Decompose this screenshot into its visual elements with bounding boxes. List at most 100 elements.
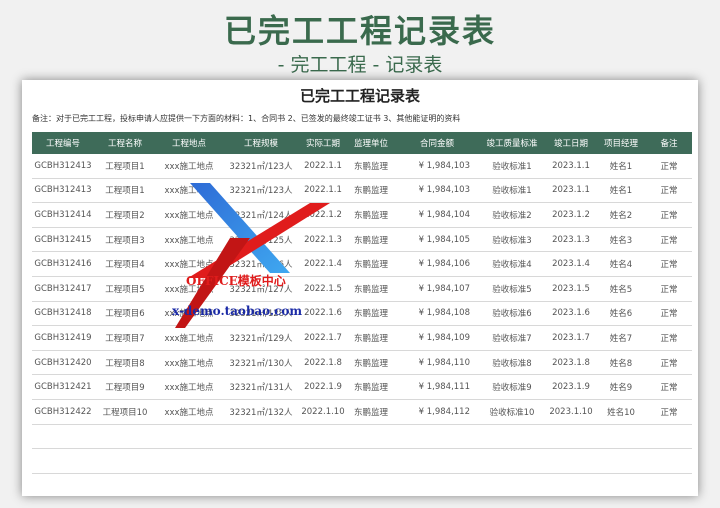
- sheet-note: 备注：对于已完工工程，投标申请人应提供一下方面的材料：1、合同书 2、已签发的最…: [32, 114, 461, 123]
- table-cell: [94, 424, 156, 450]
- table-cell: ¥ 1,984,110: [396, 350, 478, 376]
- table-cell: 2022.1.9: [300, 374, 346, 400]
- table-cell: xxx施工地点: [156, 350, 222, 376]
- sheet-title: 已完工工程记录表: [299, 87, 420, 105]
- column-header: 竣工日期: [546, 132, 596, 154]
- table-cell: 32321㎡/132人: [222, 399, 300, 425]
- table-row: GCBH312419 工程项目7 xxx施工地点 32321㎡/129人 2022.1.…: [32, 325, 692, 351]
- table-cell: 姓名8: [596, 350, 646, 376]
- table-cell: 正常: [646, 202, 692, 228]
- table-cell: 正常: [646, 227, 692, 253]
- table-cell: 姓名1: [596, 178, 646, 204]
- table-cell: [396, 424, 478, 450]
- table-cell: 正常: [646, 154, 692, 179]
- table-cell: 正常: [646, 350, 692, 376]
- column-header: 工程规模: [222, 132, 300, 154]
- table-row: GCBH312421 工程项目9 xxx施工地点 32321㎡/131人 2022.1.…: [32, 374, 692, 400]
- table-cell: 2023.1.4: [546, 251, 596, 277]
- column-header: 工程地点: [156, 132, 222, 154]
- column-header: 合同金额: [396, 132, 478, 154]
- table-cell: 2023.1.7: [546, 325, 596, 351]
- table-cell: ¥ 1,984,107: [396, 276, 478, 302]
- column-header: 竣工质量标准: [478, 132, 546, 154]
- table-cell: 工程项目5: [94, 276, 156, 302]
- table-cell: 2023.1.10: [546, 399, 596, 425]
- table-cell: 东鹏监理: [346, 154, 396, 179]
- table-cell: 东鹏监理: [346, 301, 396, 327]
- table-cell: 姓名4: [596, 251, 646, 277]
- table-cell: 姓名3: [596, 227, 646, 253]
- table-cell: 姓名9: [596, 374, 646, 400]
- table-cell: ¥ 1,984,108: [396, 301, 478, 327]
- table-cell: 2023.1.8: [546, 350, 596, 376]
- table-cell: [478, 448, 546, 474]
- table-cell: [346, 448, 396, 474]
- table-cell: [94, 448, 156, 474]
- table-cell: 姓名7: [596, 325, 646, 351]
- hero-title: 已完工工程记录表: [223, 12, 496, 50]
- table-cell: [32, 424, 94, 450]
- table-cell: 工程项目9: [94, 374, 156, 400]
- table-cell: [300, 448, 346, 474]
- table-cell: xxx施工地点: [156, 154, 222, 179]
- table-cell: [596, 448, 646, 474]
- table-cell: 工程项目4: [94, 251, 156, 277]
- hero-subtitle: - 完工工程 - 记录表: [277, 54, 443, 76]
- record-table: 工程编号 工程名称 工程地点 工程规模 实际工期 监理单位 合同金额 竣工质量标准 竣工日期 项目…: [32, 132, 692, 474]
- table-cell: 东鹏监理: [346, 399, 396, 425]
- table-cell: ¥ 1,984,106: [396, 251, 478, 277]
- table-cell: 工程项目1: [94, 178, 156, 204]
- column-header: 工程编号: [32, 132, 94, 154]
- table-cell: 验收标准7: [478, 325, 546, 351]
- column-header: 项目经理: [596, 132, 646, 154]
- table-cell: ¥ 1,984,103: [396, 178, 478, 204]
- table-row: GCBH312413 工程项目1 xxx施工地点 32321㎡/123人 2022.1.…: [32, 178, 692, 204]
- table-cell: 工程项目10: [94, 399, 156, 425]
- table-cell: 验收标准3: [478, 227, 546, 253]
- table-row: GCBH312416 工程项目4 xxx施工地点 32321㎡/126人 2022.1.…: [32, 251, 692, 277]
- table-cell: 2023.1.1: [546, 154, 596, 179]
- table-cell: ¥ 1,984,111: [396, 374, 478, 400]
- empty-table-row: [32, 424, 692, 450]
- table-cell: 32321㎡/129人: [222, 325, 300, 351]
- table-cell: 正常: [646, 251, 692, 277]
- table-cell: 东鹏监理: [346, 227, 396, 253]
- table-cell: [646, 424, 692, 450]
- table-cell: ¥ 1,984,112: [396, 399, 478, 425]
- table-cell: 2023.1.6: [546, 301, 596, 327]
- table-cell: [596, 424, 646, 450]
- table-cell: 姓名10: [596, 399, 646, 425]
- table-cell: 正常: [646, 301, 692, 327]
- table-cell: 东鹏监理: [346, 251, 396, 277]
- table-cell: 正常: [646, 276, 692, 302]
- table-cell: GCBH312418: [32, 301, 94, 327]
- table-cell: GCBH312422: [32, 399, 94, 425]
- table-cell: [646, 448, 692, 474]
- table-cell: GCBH312416: [32, 251, 94, 277]
- table-cell: 验收标准2: [478, 202, 546, 228]
- table-cell: 正常: [646, 178, 692, 204]
- table-cell: GCBH312421: [32, 374, 94, 400]
- table-cell: 正常: [646, 325, 692, 351]
- watermark-logo-text: OFFICE模板中心: [186, 274, 286, 288]
- table-row: GCBH312413 工程项目1 xxx施工地点 32321㎡/123人 2022.1.…: [32, 154, 692, 179]
- table-cell: 正常: [646, 399, 692, 425]
- column-header: 备注: [646, 132, 692, 154]
- table-cell: 32321㎡/123人: [222, 154, 300, 179]
- table-cell: 2022.1.8: [300, 350, 346, 376]
- table-row: GCBH312415工程项目3xxx施工地点32321㎡/125人2022.1.…: [32, 227, 692, 253]
- table-cell: 2022.1.1: [300, 154, 346, 179]
- table-cell: 2023.1.5: [546, 276, 596, 302]
- table-cell: 工程项目6: [94, 301, 156, 327]
- table-cell: 2022.1.10: [300, 399, 346, 425]
- table-cell: 验收标准10: [478, 399, 546, 425]
- table-cell: 2023.1.2: [546, 202, 596, 228]
- table-cell: 32321㎡/131人: [222, 374, 300, 400]
- table-cell: 2022.1.7: [300, 325, 346, 351]
- table-cell: ¥ 1,984,103: [396, 154, 478, 179]
- table-cell: 工程项目8: [94, 350, 156, 376]
- table-cell: 2023.1.1: [546, 178, 596, 204]
- table-row: GCBH312418工程项目6xxx施工地点32321㎡/128人2022.1.…: [32, 301, 692, 327]
- table-cell: ¥ 1,984,104: [396, 202, 478, 228]
- table-cell: 工程项目2: [94, 202, 156, 228]
